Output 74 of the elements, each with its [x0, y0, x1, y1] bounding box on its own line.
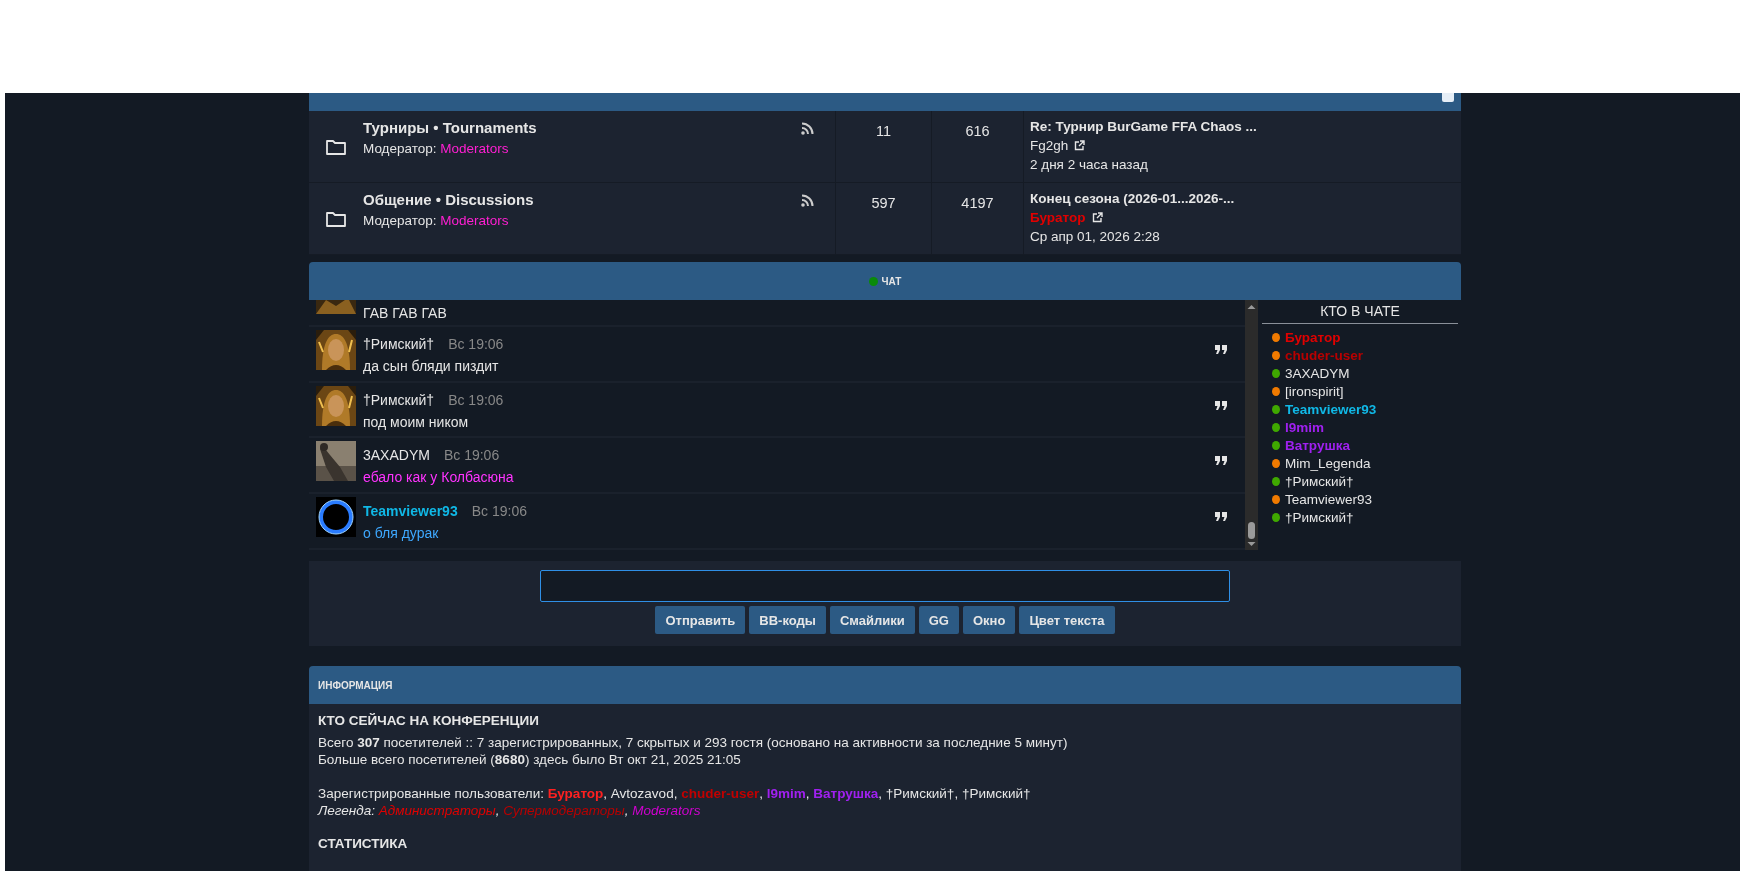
section-heading: КТО СЕЙЧАС НА КОНФЕРЕНЦИИ	[318, 713, 540, 728]
topic-count: 597	[871, 195, 896, 213]
quote-icon[interactable]	[1215, 344, 1227, 354]
username-link[interactable]: †Римский†	[363, 335, 435, 352]
comma-separator: ,	[495, 803, 500, 818]
message-time: Вс 19:06	[448, 391, 504, 408]
chat-button[interactable]: Отправить	[655, 606, 746, 634]
post-time: Ср апр 01, 2026 2:28	[1030, 229, 1161, 244]
external-link-icon[interactable]	[1091, 212, 1103, 223]
forum-link[interactable]: Турниры • Tournaments	[363, 119, 801, 136]
chat-button[interactable]: BB-коды	[749, 606, 826, 634]
rss-icon[interactable]	[801, 122, 814, 135]
chat-user-link[interactable]: Teamviewer93	[1285, 491, 1373, 507]
checkbox-icon[interactable]	[1441, 93, 1455, 103]
username-link[interactable]: Teamviewer93	[363, 503, 458, 520]
quote-icon[interactable]	[1215, 456, 1227, 466]
chat-user-link[interactable]: 3AXADYM	[1285, 365, 1350, 381]
chat-user-link[interactable]: Teamviewer93	[1285, 401, 1377, 417]
author-link[interactable]: Fg2gh	[1030, 138, 1069, 153]
moderator-line: Модератор: Moderators	[363, 213, 510, 228]
user-link[interactable]: †Римский†	[961, 786, 1031, 801]
quote-icon[interactable]	[1215, 512, 1227, 522]
info-text: Больше всего посетителей (8680) здесь было Вт окт 21, 2025 21:05	[318, 751, 742, 768]
quote-icon[interactable]	[1215, 400, 1227, 410]
chat-button[interactable]: GG	[918, 606, 959, 634]
external-link-icon[interactable]	[1074, 140, 1086, 151]
message-text: ГАВ ГАВ ГАВ	[363, 305, 448, 321]
chat-user-link[interactable]: †Римский†	[1285, 473, 1354, 489]
username-link[interactable]: †Римский†	[363, 391, 435, 408]
chat-button[interactable]: Смайлики	[829, 606, 915, 634]
message-time: Вс 19:06	[443, 447, 500, 464]
topic-count: 11	[875, 123, 892, 141]
comma-separator: ,	[624, 803, 629, 818]
who-in-chat-heading: КТО В ЧАТЕ	[1262, 300, 1458, 324]
chat-button[interactable]: Цвет текста	[1019, 606, 1115, 634]
chat-title-text: ЧАТ	[881, 275, 902, 287]
section-heading: СТАТИСТИКА	[318, 836, 409, 851]
scrollbar[interactable]	[1245, 300, 1258, 550]
post-time: 2 дня 2 часа назад	[1030, 157, 1149, 172]
chat-user-link[interactable]: Mim_Legenda	[1285, 455, 1371, 471]
message-text: о бля дурак	[363, 525, 440, 542]
comma-separator: ,	[878, 786, 883, 801]
chat-user-link[interactable]: †Pимский†	[1285, 509, 1354, 525]
comma-separator: ,	[603, 786, 608, 801]
user-link[interactable]: †Pимский†	[885, 786, 955, 801]
panel-title: ИНФОРМАЦИЯ	[318, 679, 393, 691]
username-link[interactable]: 3AXADYM	[363, 447, 430, 464]
message-text: под моим ником	[363, 413, 470, 430]
comma-separator: ,	[805, 786, 810, 801]
status-dot-icon	[868, 276, 878, 286]
moderator-line: Модератор: Moderators	[363, 141, 510, 156]
message-time: Вс 19:06	[471, 503, 527, 520]
user-link[interactable]: Avtozavod	[610, 786, 674, 801]
folder-icon	[325, 137, 347, 156]
last-post-link[interactable]: Конец сезона (2026-01...2026-...	[1030, 191, 1461, 206]
message-text: да сын бляди пиздит	[363, 357, 500, 374]
message-input-field[interactable]	[540, 570, 1230, 602]
message-text: ебало как у Колбасюна	[363, 469, 515, 486]
post-count: 4197	[961, 195, 994, 213]
comma-separator: ,	[759, 786, 763, 801]
comma-separator: ,	[673, 786, 678, 801]
folder-icon	[325, 209, 347, 228]
forum-link[interactable]: Общение • Discussions	[363, 191, 801, 208]
rss-icon[interactable]	[801, 194, 814, 207]
message-time: Вс 19:06	[448, 335, 504, 352]
group-link[interactable]: Moderators	[632, 803, 701, 818]
registered-users-label: Зарегистрированные пользователи:	[318, 786, 545, 801]
last-post-link[interactable]: Re: Турнир BurGame FFA Chaos ...	[1030, 119, 1461, 134]
chat-user-link[interactable]: [ironspirit]	[1285, 383, 1344, 399]
comma-separator: ,	[954, 786, 959, 801]
info-text: Всего 307 посетителей :: 7 зарегистрированных, 7 скрытых и 293 гостя (основано на активности за последние 5 минут)	[318, 734, 1069, 751]
legend-label: Легенда:	[318, 803, 376, 818]
chat-button[interactable]: Окно	[962, 606, 1016, 634]
post-count: 616	[965, 123, 990, 141]
